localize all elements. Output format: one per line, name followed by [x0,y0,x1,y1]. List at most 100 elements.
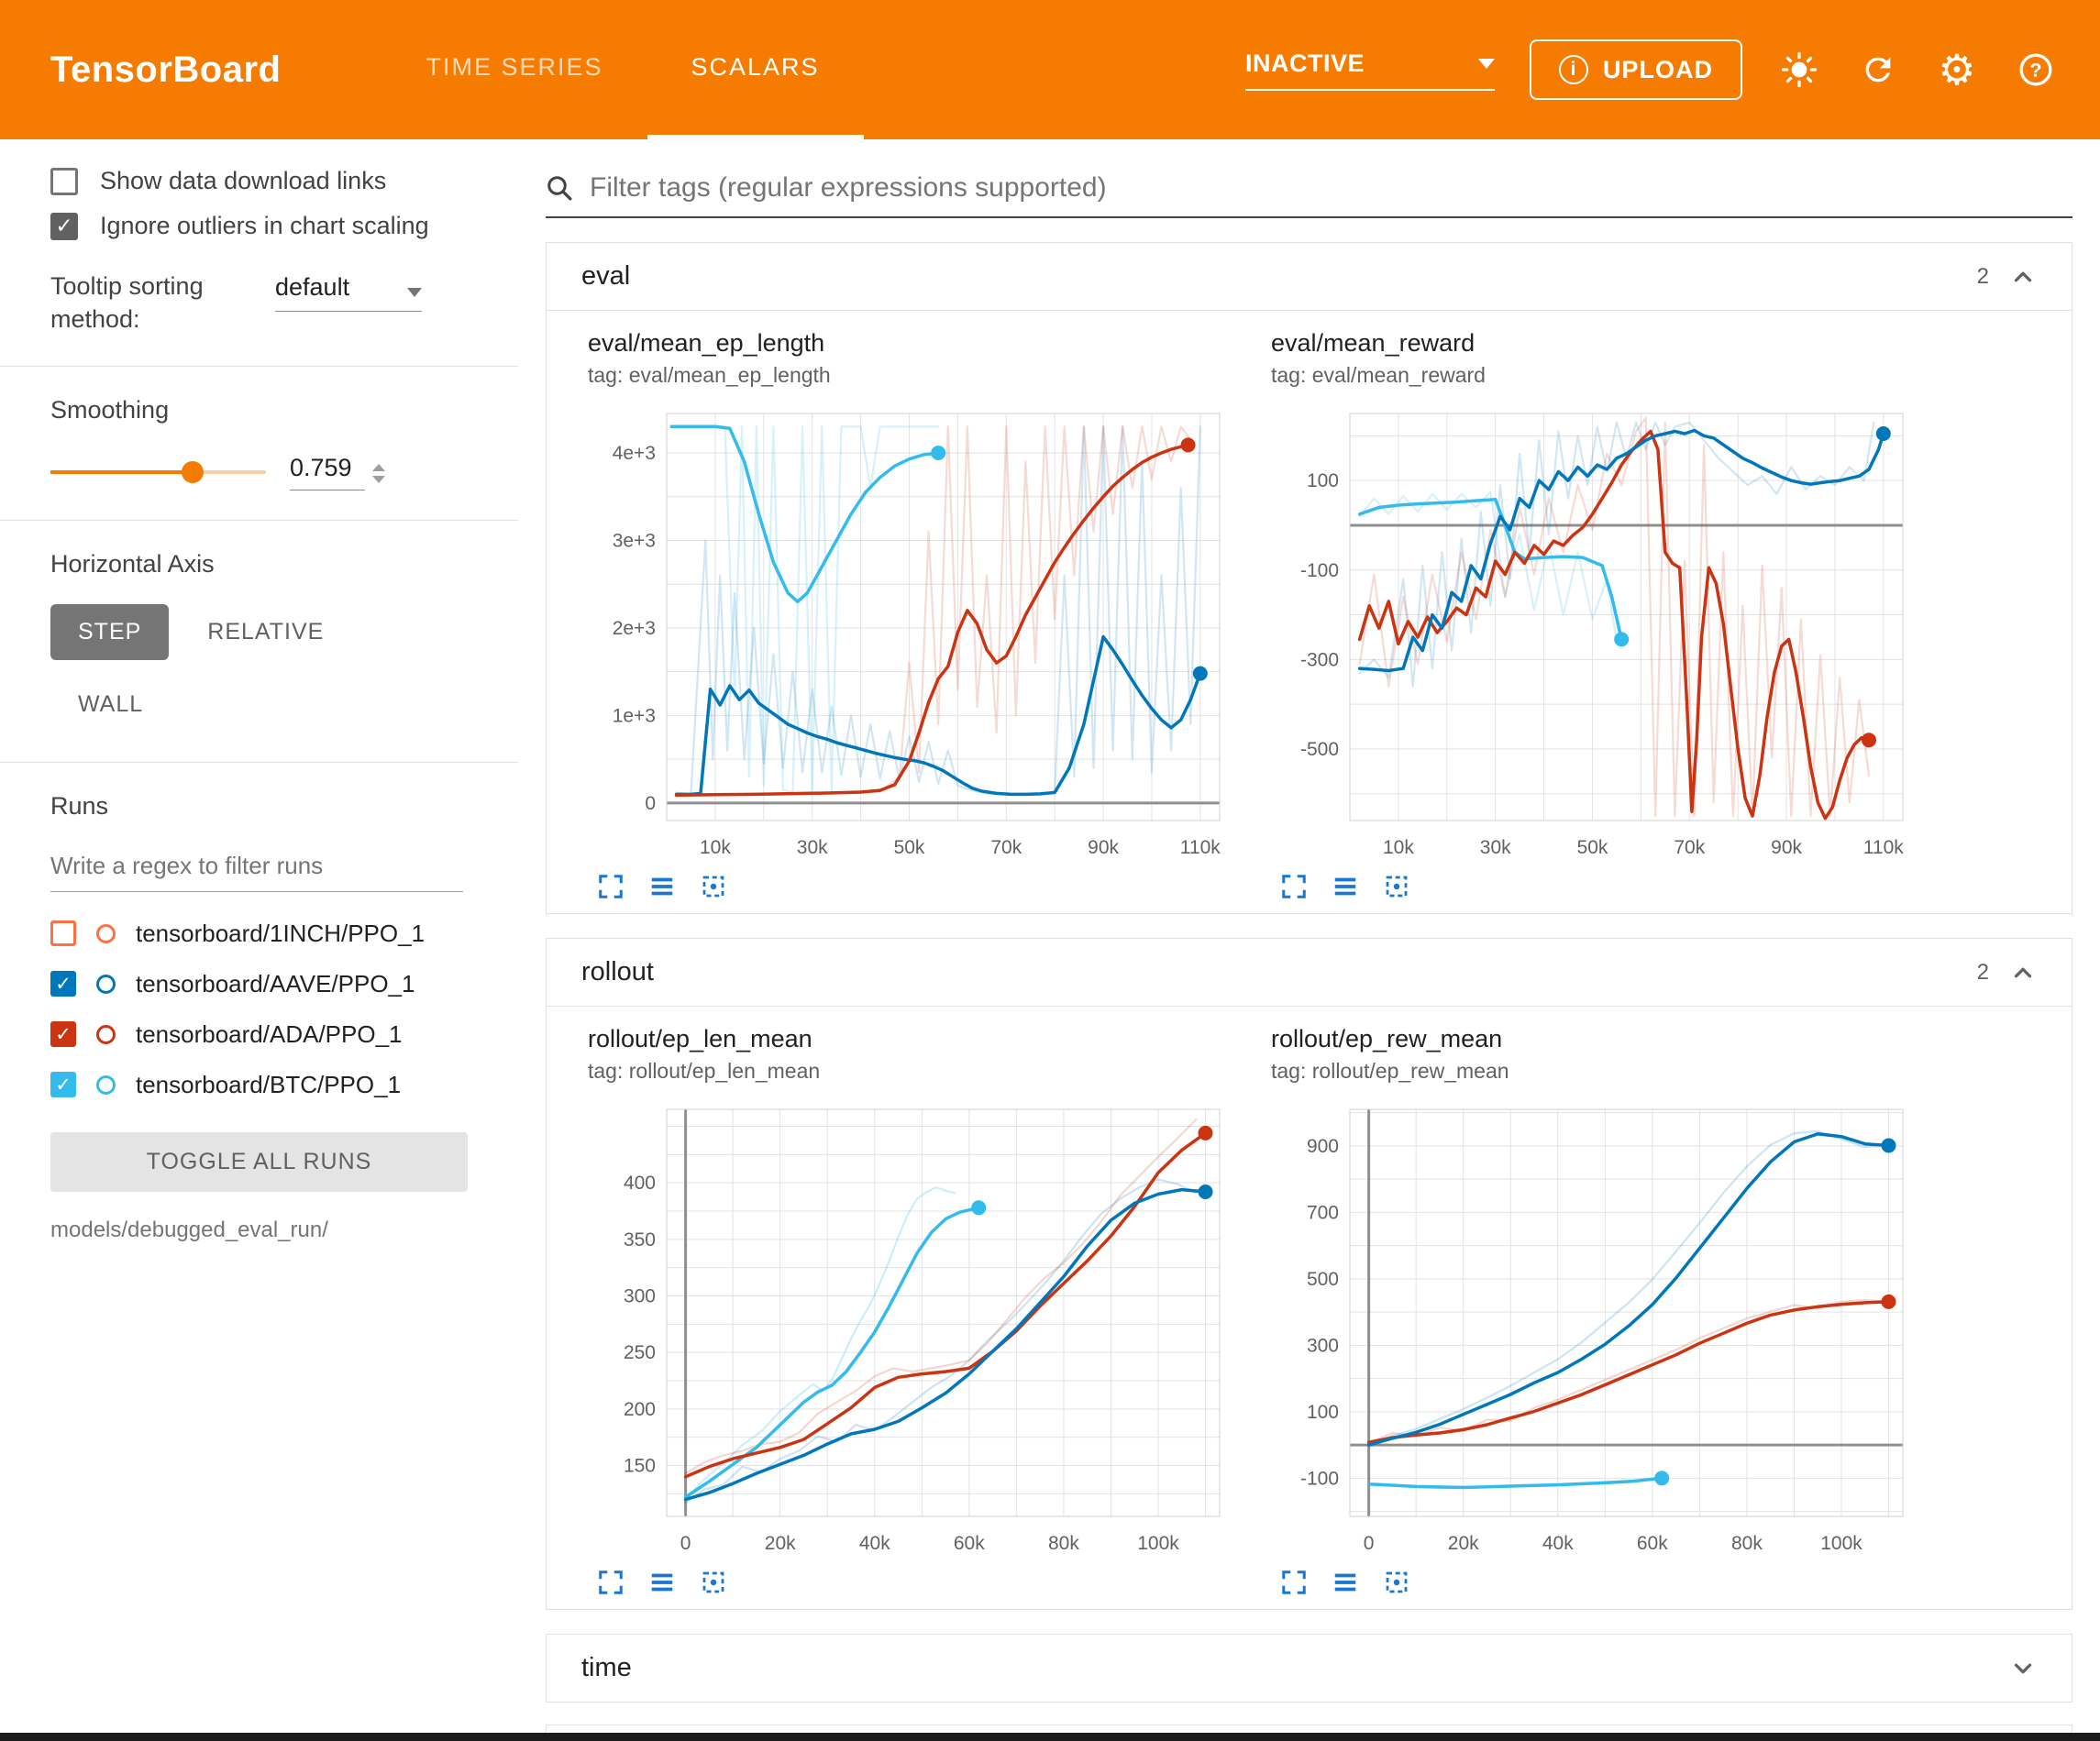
chart-toolbar [1271,1569,1922,1596]
horizontal-axis-options: STEPRELATIVEWALL [50,604,390,733]
view-data-icon[interactable] [1332,873,1359,900]
plot-eval-mean-ep-length[interactable]: 01e+32e+33e+34e+310k30k50k70k90k110k [588,399,1239,871]
svg-text:-100: -100 [1300,560,1339,581]
section-title: eval [581,261,630,292]
tab-time-series[interactable]: TIME SERIES [381,0,647,139]
section-time-header[interactable]: time [547,1635,2072,1702]
view-data-icon[interactable] [648,1569,676,1596]
svg-text:100: 100 [1307,1402,1339,1423]
chart-tag: tag: rollout/ep_len_mean [588,1059,1239,1084]
view-data-icon[interactable] [1332,1569,1359,1596]
chart-rollout-ep-rew-mean: rollout/ep_rew_mean tag: rollout/ep_rew_… [1271,1025,1922,1596]
fullscreen-icon[interactable] [597,873,624,900]
checkbox[interactable] [50,168,78,195]
tooltip-sorting-label: Tooltip sorting method: [50,270,238,336]
chart-title: rollout/ep_len_mean [588,1025,1239,1053]
slider-knob[interactable] [182,461,204,483]
chart-title: rollout/ep_rew_mean [1271,1025,1922,1053]
fullscreen-icon[interactable] [1280,1569,1308,1596]
chart-rollout-ep-len-mean: rollout/ep_len_mean tag: rollout/ep_len_… [588,1025,1239,1596]
svg-text:20k: 20k [765,1533,796,1554]
svg-text:400: 400 [624,1173,656,1194]
smoothing-label: Smoothing [50,396,481,424]
section-rollout-header[interactable]: rollout 2 [547,939,2072,1006]
svg-text:40k: 40k [859,1533,890,1554]
refresh-icon[interactable] [1856,48,1900,92]
topbar-actions: INACTIVE i UPLOAD ⚙ ? [1245,0,2058,139]
svg-text:3e+3: 3e+3 [613,531,656,552]
svg-text:110k: 110k [1180,837,1221,858]
stepper-up-icon[interactable] [372,464,385,471]
settings-checkbox-row[interactable]: Show data download links [50,167,481,195]
run-label: tensorboard/ADA/PPO_1 [136,1020,403,1049]
chevron-up-icon[interactable] [2009,263,2037,291]
checkbox-checked[interactable]: ✓ [50,213,78,240]
divider [0,762,518,763]
chevron-down-icon[interactable] [2009,1655,2037,1682]
svg-text:80k: 80k [1731,1533,1763,1554]
run-checkbox[interactable]: ✓ [50,1021,76,1047]
svg-text:80k: 80k [1048,1533,1079,1554]
plot-rollout-ep-rew-mean[interactable]: -100100300500700900020k40k60k80k100k [1271,1095,1922,1567]
axis-option-relative[interactable]: RELATIVE [180,604,351,660]
tab-scalars[interactable]: SCALARS [647,0,864,139]
svg-text:-500: -500 [1300,739,1339,760]
top-bar: TensorBoard TIME SERIES SCALARS INACTIVE… [0,0,2100,139]
section-eval-body: eval/mean_ep_length tag: eval/mean_ep_le… [547,310,2072,913]
smoothing-stepper[interactable] [372,464,385,490]
svg-text:90k: 90k [1771,837,1802,858]
axis-option-step[interactable]: STEP [50,604,169,660]
status-dropdown[interactable]: INACTIVE [1245,50,1495,91]
run-checkbox[interactable]: ✓ [50,971,76,997]
svg-text:350: 350 [624,1229,656,1251]
svg-text:250: 250 [624,1342,656,1363]
svg-text:-300: -300 [1300,649,1339,670]
fit-to-data-icon[interactable] [1383,873,1410,900]
fullscreen-icon[interactable] [597,1569,624,1596]
run-checkbox[interactable]: ✓ [50,1072,76,1097]
fit-to-data-icon[interactable] [700,873,727,900]
run-row[interactable]: ✓tensorboard/BTC/PPO_1 [50,1071,481,1099]
svg-text:70k: 70k [1674,837,1705,858]
view-data-icon[interactable] [648,873,676,900]
settings-checkbox-row[interactable]: ✓Ignore outliers in chart scaling [50,212,481,240]
svg-text:1e+3: 1e+3 [613,705,656,726]
run-row[interactable]: ✓tensorboard/AAVE/PPO_1 [50,970,481,998]
fit-to-data-icon[interactable] [1383,1569,1410,1596]
runs-filter-input[interactable] [50,843,463,892]
run-row[interactable]: ✓ tensorboard/ADA/PPO_1 [50,1020,481,1049]
plot-eval-mean-reward[interactable]: -500-300-10010010k30k50k70k90k110k [1271,399,1922,871]
tensorboard-app: TensorBoard TIME SERIES SCALARS INACTIVE… [0,0,2100,1733]
chart-toolbar [1271,873,1922,900]
smoothing-slider[interactable] [50,470,266,474]
section-title: time [581,1653,632,1683]
smoothing-value-input[interactable] [290,454,365,490]
run-color-circle [96,1025,116,1044]
svg-text:200: 200 [624,1399,656,1420]
tag-filter-input[interactable] [590,172,2072,204]
fit-to-data-icon[interactable] [700,1569,727,1596]
run-row[interactable]: tensorboard/1INCH/PPO_1 [50,920,481,948]
chart-eval-mean-ep-length: eval/mean_ep_length tag: eval/mean_ep_le… [588,329,1239,900]
runs-logdir-path: models/debugged_eval_run/ [50,1218,481,1243]
settings-icon[interactable]: ⚙ [1935,48,1979,92]
svg-text:2e+3: 2e+3 [613,618,656,639]
fullscreen-icon[interactable] [1280,873,1308,900]
tooltip-sorting-row: Tooltip sorting method: default [50,270,481,336]
tooltip-sorting-select[interactable]: default [275,273,422,312]
plot-rollout-ep-len-mean[interactable]: 150200250300350400020k40k60k80k100k [588,1095,1239,1567]
main-tabs: TIME SERIES SCALARS [381,0,863,139]
gear-glyph: ⚙ [1938,49,1975,91]
stepper-down-icon[interactable] [372,476,385,483]
run-color-circle [96,975,116,994]
brightness-icon[interactable] [1777,48,1821,92]
chevron-up-icon[interactable] [2009,959,2037,986]
toggle-all-runs-button[interactable]: TOGGLE ALL RUNS [50,1132,468,1192]
upload-button[interactable]: i UPLOAD [1530,39,1742,100]
section-eval-header[interactable]: eval 2 [547,243,2072,310]
axis-option-wall[interactable]: WALL [50,677,171,733]
help-icon[interactable]: ? [2014,48,2058,92]
chart-tag: tag: rollout/ep_rew_mean [1271,1059,1922,1084]
svg-text:10k: 10k [1383,837,1414,858]
run-checkbox[interactable] [50,920,76,946]
